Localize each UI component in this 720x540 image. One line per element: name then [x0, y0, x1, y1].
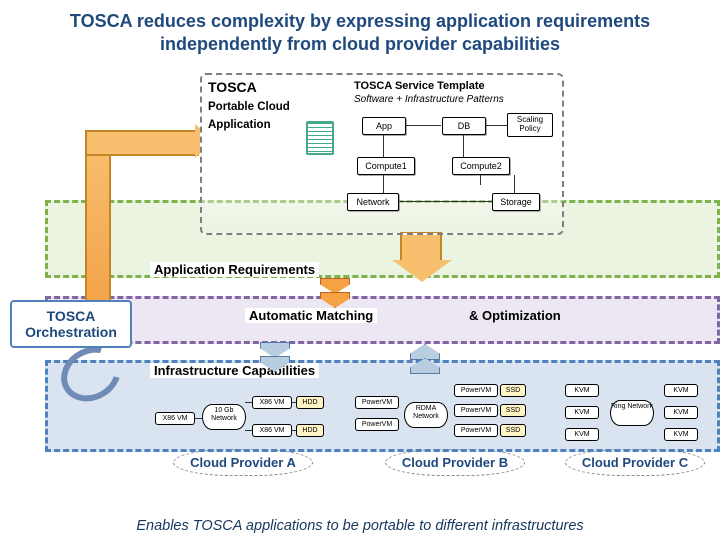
pill-vm: KVM [664, 384, 698, 397]
pill-vm: X86 VM [252, 424, 292, 437]
tosca-heading: TOSCA [208, 79, 257, 95]
connector [291, 402, 296, 403]
connector [480, 175, 481, 185]
pill-vm: PowerVM [454, 404, 498, 417]
template-subtitle: Software + Infrastructure Patterns [354, 94, 504, 105]
connector [383, 175, 384, 193]
pill-vm: X86 VM [155, 412, 195, 425]
connector [463, 135, 464, 157]
tosca-service-template: TOSCA Portable Cloud Application TOSCA S… [200, 73, 564, 235]
pill-vm: PowerVM [355, 396, 399, 409]
chevron-up-icon [410, 344, 440, 360]
pill-disk: HDD [296, 396, 324, 409]
pill-vm: KVM [664, 406, 698, 419]
node-scaling-policy: Scaling Policy [507, 113, 553, 137]
pill-network: Ring Network [610, 400, 654, 426]
label-app-requirements: Application Requirements [150, 262, 319, 277]
arrow-template-to-reqs [400, 232, 442, 262]
node-compute2: Compute2 [452, 157, 510, 175]
connector [245, 430, 252, 431]
connector [485, 125, 507, 126]
node-app: App [362, 117, 406, 135]
node-network: Network [347, 193, 399, 211]
tosca-subtitle: Portable Cloud Application [208, 101, 290, 131]
pill-vm: KVM [565, 384, 599, 397]
connector [194, 418, 202, 419]
arrow-orch-horizontal [85, 130, 199, 156]
connector [291, 430, 296, 431]
arrow-orch-vertical [85, 140, 111, 304]
band-matching [45, 296, 720, 344]
chevron-down-icon [320, 278, 350, 294]
connector [405, 125, 441, 126]
cloud-provider-c: Cloud Provider C [575, 455, 695, 470]
footer-caption: Enables TOSCA applications to be portabl… [0, 518, 720, 534]
template-title: TOSCA Service Template [354, 80, 485, 92]
node-db: DB [442, 117, 486, 135]
document-icon [306, 121, 334, 155]
cloud-provider-a: Cloud Provider A [183, 455, 303, 470]
pill-vm: KVM [664, 428, 698, 441]
label-matching: Automatic Matching [245, 308, 377, 323]
pill-vm: PowerVM [454, 384, 498, 397]
label-optimization: & Optimization [465, 308, 565, 323]
tosca-left-caption: TOSCA Portable Cloud Application [208, 79, 308, 133]
pill-network: RDMA Network [404, 402, 448, 428]
pill-vm: PowerVM [454, 424, 498, 437]
pill-disk: HDD [296, 424, 324, 437]
slide-title: TOSCA reduces complexity by expressing a… [0, 0, 720, 57]
pill-disk: SSD [500, 384, 526, 397]
pill-network: 10 Gb Network [202, 404, 246, 430]
pill-vm: PowerVM [355, 418, 399, 431]
connector [398, 201, 492, 202]
pill-disk: SSD [500, 424, 526, 437]
pill-vm: KVM [565, 428, 599, 441]
tosca-orchestration-box: TOSCA Orchestration [10, 300, 132, 348]
pill-vm: X86 VM [252, 396, 292, 409]
node-compute1: Compute1 [357, 157, 415, 175]
connector [383, 135, 384, 157]
pill-vm: KVM [565, 406, 599, 419]
pill-disk: SSD [500, 404, 526, 417]
connector [245, 402, 252, 403]
cloud-provider-b: Cloud Provider B [395, 455, 515, 470]
chevron-down-icon [260, 342, 290, 358]
label-infra-capabilities: Infrastructure Capabilities [150, 363, 319, 378]
node-storage: Storage [492, 193, 540, 211]
connector [514, 175, 515, 193]
